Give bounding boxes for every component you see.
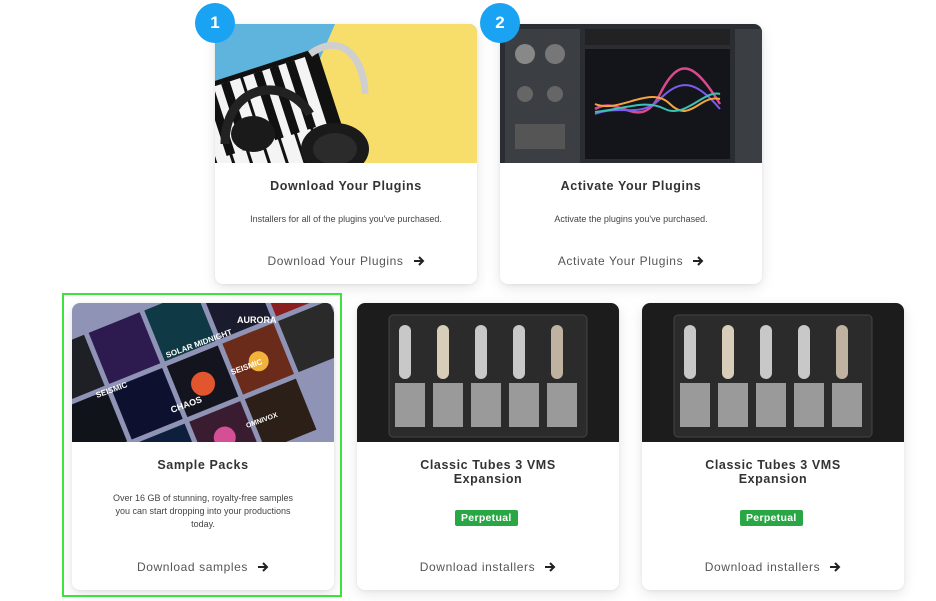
- classic-tubes-card-1[interactable]: Classic Tubes 3 VMS Expansion Perpetual …: [357, 303, 619, 590]
- step-badge-1: 1: [195, 3, 235, 43]
- download-installers-link[interactable]: Download installers: [357, 560, 619, 575]
- step-badge-2: 2: [480, 3, 520, 43]
- download-plugins-card[interactable]: Download Your Plugins Installers for all…: [215, 24, 477, 284]
- card-description: Installers for all of the plugins you've…: [250, 214, 442, 224]
- keyboard-headphones-image: [215, 24, 477, 163]
- card-title: Activate Your Plugins: [560, 179, 702, 193]
- microphones-image: [642, 303, 904, 442]
- download-installers-link[interactable]: Download installers: [642, 560, 904, 575]
- arrow-right-icon: [693, 255, 704, 269]
- link-label: Download installers: [704, 560, 821, 574]
- activate-plugins-link[interactable]: Activate Your Plugins: [500, 254, 762, 269]
- classic-tubes-card-2[interactable]: Classic Tubes 3 VMS Expansion Perpetual …: [642, 303, 904, 590]
- card-title: Classic Tubes 3 VMS Expansion: [705, 458, 841, 486]
- activate-plugins-card[interactable]: Activate Your Plugins Activate the plugi…: [500, 24, 762, 284]
- arrow-right-icon: [830, 561, 841, 575]
- link-label: Download Your Plugins: [267, 254, 404, 268]
- plugin-interface-image: [500, 24, 762, 163]
- download-plugins-link[interactable]: Download Your Plugins: [215, 254, 477, 269]
- arrow-right-icon: [413, 255, 425, 269]
- perpetual-badge: Perpetual: [455, 510, 518, 526]
- arrow-right-icon: [545, 561, 556, 575]
- perpetual-badge: Perpetual: [740, 510, 803, 526]
- card-title: Classic Tubes 3 VMS Expansion: [420, 458, 556, 486]
- link-label: Download installers: [419, 560, 536, 574]
- microphones-image: [357, 303, 619, 442]
- card-description: Activate the plugins you've purchased.: [554, 214, 708, 224]
- card-title: Download Your Plugins: [270, 179, 422, 193]
- link-label: Activate Your Plugins: [557, 254, 684, 268]
- selection-highlight: [62, 293, 342, 597]
